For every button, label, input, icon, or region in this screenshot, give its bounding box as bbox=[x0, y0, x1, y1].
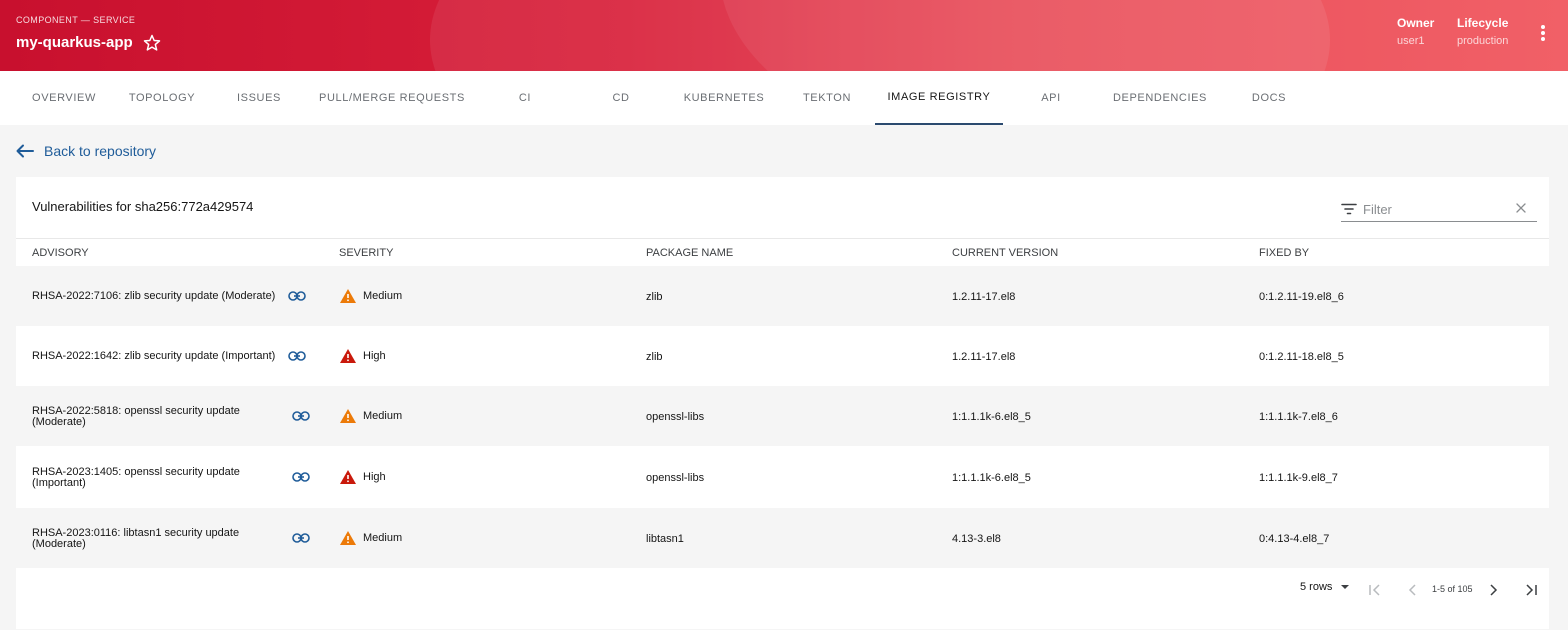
last-page-icon[interactable] bbox=[1524, 584, 1538, 596]
warning-triangle-icon bbox=[340, 531, 356, 545]
severity-label: High bbox=[363, 471, 386, 483]
owner-label: Owner bbox=[1397, 16, 1435, 30]
owner-value: user1 bbox=[1397, 35, 1425, 47]
advisory-cell: RHSA-2023:0116: libtasn1 security update… bbox=[32, 527, 240, 550]
severity-cell: Medium bbox=[339, 288, 402, 304]
current-version-cell: 4.13-3.el8 bbox=[952, 533, 1001, 545]
filter-input[interactable] bbox=[1363, 201, 1503, 217]
close-icon[interactable] bbox=[1515, 202, 1527, 214]
tab-topology[interactable]: TOPOLOGY bbox=[116, 71, 208, 125]
tab-kubernetes[interactable]: KUBERNETES bbox=[672, 71, 776, 125]
header-decoration bbox=[720, 0, 1568, 71]
lifecycle-label: Lifecycle bbox=[1457, 16, 1509, 30]
first-page-icon[interactable] bbox=[1368, 584, 1382, 596]
owner-info: Owner user1 bbox=[1397, 16, 1434, 47]
rows-per-page-label: 5 rows bbox=[1300, 581, 1333, 593]
component-kind: COMPONENT — SERVICE bbox=[16, 15, 136, 25]
page-header: COMPONENT — SERVICE my-quarkus-app Owner… bbox=[0, 0, 1568, 71]
severity-cell: Medium bbox=[339, 530, 402, 546]
tab-docs[interactable]: DOCS bbox=[1237, 71, 1301, 125]
link-icon[interactable] bbox=[288, 350, 306, 362]
column-header-severity[interactable]: SEVERITY bbox=[339, 247, 393, 259]
link-icon[interactable] bbox=[292, 471, 310, 483]
fixed-by-cell: 0:1.2.11-19.el8_6 bbox=[1259, 291, 1344, 303]
tab-overview[interactable]: OVERVIEW bbox=[20, 71, 108, 125]
severity-cell: High bbox=[339, 348, 386, 364]
column-header-fixed-by[interactable]: FIXED BY bbox=[1259, 247, 1309, 259]
current-version-cell: 1.2.11-17.el8 bbox=[952, 291, 1016, 303]
tab-bar: OVERVIEW TOPOLOGY ISSUES PULL/MERGE REQU… bbox=[0, 71, 1568, 125]
severity-label: Medium bbox=[363, 410, 403, 422]
tab-cd[interactable]: CD bbox=[582, 71, 660, 125]
fixed-by-cell: 0:1.2.11-18.el8_5 bbox=[1259, 351, 1344, 363]
severity-label: Medium bbox=[363, 290, 403, 302]
advisory-cell: RHSA-2022:5818: openssl security update … bbox=[32, 405, 240, 428]
warning-triangle-icon bbox=[340, 349, 356, 363]
current-version-cell: 1:1.1.1k-6.el8_5 bbox=[952, 472, 1031, 484]
fixed-by-cell: 1:1.1.1k-7.el8_6 bbox=[1259, 411, 1338, 423]
tab-dependencies[interactable]: DEPENDENCIES bbox=[1104, 71, 1216, 125]
tab-issues[interactable]: ISSUES bbox=[222, 71, 296, 125]
warning-triangle-icon bbox=[340, 409, 356, 423]
tab-tekton[interactable]: TEKTON bbox=[791, 71, 863, 125]
table-header: ADVISORY SEVERITY PACKAGE NAME CURRENT V… bbox=[16, 238, 1549, 266]
severity-label: High bbox=[363, 350, 386, 362]
table-row: RHSA-2023:0116: libtasn1 security update… bbox=[16, 508, 1549, 568]
column-header-package-name[interactable]: PACKAGE NAME bbox=[646, 247, 733, 259]
next-page-icon[interactable] bbox=[1488, 584, 1498, 596]
tab-ci[interactable]: CI bbox=[486, 71, 564, 125]
table-title: Vulnerabilities for sha256:772a429574 bbox=[32, 199, 254, 214]
table-row: RHSA-2023:1405: openssl security update … bbox=[16, 447, 1549, 507]
current-version-cell: 1:1.1.1k-6.el8_5 bbox=[952, 411, 1031, 423]
advisory-cell: RHSA-2022:1642: zlib security update (Im… bbox=[32, 350, 276, 362]
current-version-cell: 1.2.11-17.el8 bbox=[952, 351, 1016, 363]
fixed-by-cell: 1:1.1.1k-9.el8_7 bbox=[1259, 472, 1338, 484]
link-icon[interactable] bbox=[288, 290, 306, 302]
tab-image-registry[interactable]: IMAGE REGISTRY bbox=[875, 71, 1003, 125]
package-cell: zlib bbox=[646, 291, 663, 303]
filter-field bbox=[1341, 197, 1537, 222]
back-link-label: Back to repository bbox=[44, 143, 157, 159]
advisory-cell: RHSA-2022:7106: zlib security update (Mo… bbox=[32, 290, 276, 302]
lifecycle-info: Lifecycle production bbox=[1457, 16, 1508, 47]
fixed-by-cell: 0:4.13-4.el8_7 bbox=[1259, 533, 1330, 545]
column-header-current-version[interactable]: CURRENT VERSION bbox=[952, 247, 1058, 259]
severity-cell: High bbox=[339, 469, 386, 485]
previous-page-icon[interactable] bbox=[1408, 584, 1418, 596]
tab-pull-merge-requests[interactable]: PULL/MERGE REQUESTS bbox=[311, 71, 473, 125]
page-title: my-quarkus-app bbox=[16, 34, 133, 51]
caret-down-icon bbox=[1341, 585, 1350, 589]
warning-triangle-icon bbox=[340, 470, 356, 484]
package-cell: zlib bbox=[646, 351, 663, 363]
package-cell: openssl-libs bbox=[646, 472, 705, 484]
star-icon[interactable] bbox=[142, 33, 162, 53]
package-cell: libtasn1 bbox=[646, 533, 684, 545]
filter-icon bbox=[1341, 203, 1357, 215]
table-row: RHSA-2022:5818: openssl security update … bbox=[16, 386, 1549, 446]
vulnerabilities-card: Vulnerabilities for sha256:772a429574 AD… bbox=[16, 177, 1549, 629]
severity-label: Medium bbox=[363, 532, 403, 544]
advisory-cell: RHSA-2023:1405: openssl security update … bbox=[32, 466, 240, 489]
lifecycle-value: production bbox=[1457, 35, 1509, 47]
page-range: 1-5 of 105 bbox=[1432, 584, 1473, 594]
back-to-repository-link[interactable]: Back to repository bbox=[16, 143, 156, 159]
rows-per-page-select[interactable]: 5 rows bbox=[1300, 581, 1350, 593]
table-row: RHSA-2022:7106: zlib security update (Mo… bbox=[16, 266, 1549, 326]
warning-triangle-icon bbox=[340, 289, 356, 303]
package-cell: openssl-libs bbox=[646, 411, 705, 423]
tab-api[interactable]: API bbox=[1016, 71, 1086, 125]
kebab-menu-icon[interactable] bbox=[1536, 24, 1550, 44]
table-row: RHSA-2022:1642: zlib security update (Im… bbox=[16, 326, 1549, 386]
link-icon[interactable] bbox=[292, 410, 310, 422]
severity-cell: Medium bbox=[339, 408, 402, 424]
link-icon[interactable] bbox=[292, 532, 310, 544]
column-header-advisory[interactable]: ADVISORY bbox=[32, 247, 89, 259]
arrow-left-icon bbox=[16, 144, 34, 158]
